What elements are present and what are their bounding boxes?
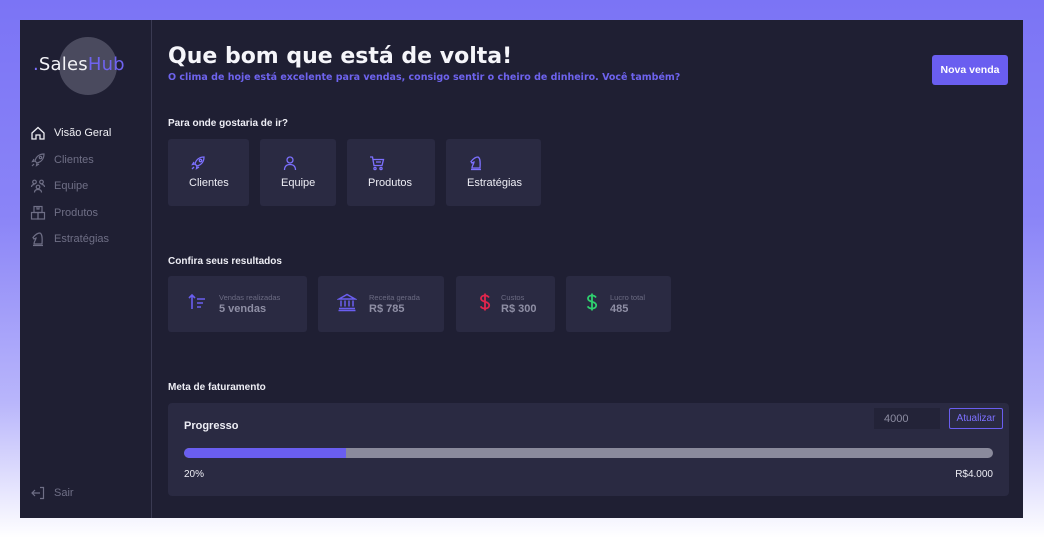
rocket-icon bbox=[30, 152, 46, 168]
users-icon bbox=[30, 178, 46, 194]
nav-card-label: Produtos bbox=[368, 177, 413, 189]
sidebar-item-produtos[interactable]: Produtos bbox=[30, 200, 111, 227]
page-title: Que bom que está de volta! bbox=[168, 44, 513, 69]
stat-value: 5 vendas bbox=[219, 303, 267, 315]
rocket-icon bbox=[190, 155, 206, 171]
stat-value: R$ 785 bbox=[369, 303, 405, 315]
sidebar-item-equipe[interactable]: Equipe bbox=[30, 173, 111, 200]
sidebar-item-clientes[interactable]: Clientes bbox=[30, 147, 111, 174]
nav-card-label: Clientes bbox=[189, 177, 229, 189]
sidebar-item-label: Produtos bbox=[54, 206, 99, 219]
goal-input[interactable] bbox=[874, 408, 940, 429]
sidebar-item-label: Visão Geral bbox=[54, 127, 112, 140]
nav-card-equipe[interactable]: Equipe bbox=[260, 139, 336, 206]
sidebar-item-label: Equipe bbox=[54, 180, 89, 193]
nav-card-label: Estratégias bbox=[467, 177, 523, 189]
progress-bar-fill bbox=[184, 448, 346, 458]
box-icon bbox=[30, 205, 46, 221]
page-subtitle: O clima de hoje está excelente para vend… bbox=[168, 72, 681, 83]
goal-title: Meta de faturamento bbox=[168, 382, 266, 393]
nav-card-estrategias[interactable]: Estratégias bbox=[446, 139, 541, 206]
dollar-icon bbox=[475, 292, 495, 312]
sidebar-item-visao-geral[interactable]: Visão Geral bbox=[30, 120, 111, 147]
sidebar-item-label: Clientes bbox=[54, 153, 94, 166]
logo[interactable]: .SalesHub bbox=[33, 54, 125, 75]
logo-text-sales: Sales bbox=[38, 54, 88, 75]
logout-button[interactable]: Sair bbox=[30, 480, 74, 507]
home-icon bbox=[30, 125, 46, 141]
sidebar-item-estrategias[interactable]: Estratégias bbox=[30, 226, 111, 253]
sidebar-item-label: Estratégias bbox=[54, 233, 110, 246]
nav-card-label: Equipe bbox=[281, 177, 316, 189]
sort-ascending-icon bbox=[187, 292, 207, 312]
stat-value: R$ 300 bbox=[501, 303, 537, 315]
progress-percent: 20% bbox=[184, 469, 205, 480]
progress-target: R$4.000 bbox=[955, 469, 993, 480]
goal-panel: Progresso Atualizar 20% R$4.000 bbox=[168, 403, 1009, 496]
main-content: Que bom que está de volta! O clima de ho… bbox=[168, 20, 1023, 518]
update-goal-button[interactable]: Atualizar bbox=[949, 408, 1003, 429]
bank-icon bbox=[336, 292, 358, 312]
progress-title: Progresso bbox=[184, 420, 239, 432]
logout-icon bbox=[30, 485, 46, 501]
new-sale-button[interactable]: Nova venda bbox=[932, 55, 1008, 85]
results-title: Confira seus resultados bbox=[168, 256, 282, 267]
user-icon bbox=[282, 155, 298, 171]
stat-card-custos: Custos R$ 300 bbox=[456, 276, 555, 332]
cart-icon bbox=[369, 155, 385, 171]
nav-card-clientes[interactable]: Clientes bbox=[168, 139, 249, 206]
dollar-icon bbox=[582, 292, 602, 312]
stat-value: 485 bbox=[610, 303, 629, 315]
stat-card-lucro: Lucro total 485 bbox=[566, 276, 671, 332]
sidebar: .SalesHub Visão Geral Clientes Equipe Pr… bbox=[20, 20, 152, 518]
app-window: .SalesHub Visão Geral Clientes Equipe Pr… bbox=[20, 20, 1023, 518]
stat-label: Vendas realizadas bbox=[219, 293, 281, 302]
sidebar-nav: Visão Geral Clientes Equipe Produtos Est… bbox=[30, 120, 111, 253]
chess-knight-icon bbox=[30, 231, 46, 247]
stat-card-vendas: Vendas realizadas 5 vendas bbox=[168, 276, 307, 332]
quick-nav-title: Para onde gostaria de ir? bbox=[168, 118, 289, 129]
stat-label: Receita gerada bbox=[369, 293, 420, 302]
logout-label: Sair bbox=[54, 487, 74, 500]
nav-card-produtos[interactable]: Produtos bbox=[347, 139, 435, 206]
progress-bar bbox=[184, 448, 993, 458]
stat-label: Lucro total bbox=[610, 293, 646, 302]
stat-card-receita: Receita gerada R$ 785 bbox=[318, 276, 444, 332]
stat-label: Custos bbox=[501, 293, 525, 302]
chess-knight-icon bbox=[468, 155, 484, 171]
logo-text-hub: Hub bbox=[87, 54, 125, 75]
